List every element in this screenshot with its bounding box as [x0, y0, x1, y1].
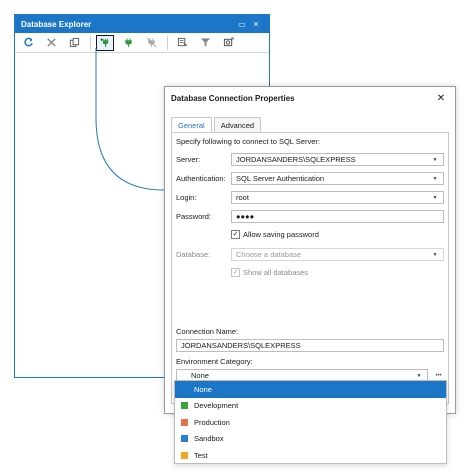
tab-advanced[interactable]: Advanced	[213, 117, 262, 132]
copy-icon[interactable]	[65, 35, 83, 51]
toolbar-separator	[90, 35, 91, 50]
color-swatch-icon	[181, 418, 188, 426]
dropdown-item-test[interactable]: Test	[175, 447, 446, 464]
tab-general[interactable]: General	[171, 117, 212, 133]
allow-saving-password-label: Allow saving password	[243, 230, 319, 239]
no-color-spacer	[181, 386, 188, 393]
explorer-title: Database Explorer	[21, 19, 92, 29]
disconnect-icon[interactable]	[142, 35, 160, 51]
general-tab-panel: Specify following to connect to SQL Serv…	[171, 132, 449, 404]
password-field[interactable]: ●●●●	[231, 210, 444, 223]
database-label: Database:	[176, 250, 211, 259]
connection-properties-dialog: Database Connection Properties ✕ General…	[164, 86, 456, 414]
database-placeholder: Choose a database	[236, 250, 302, 259]
chevron-down-icon: ▼	[432, 175, 438, 182]
database-dropdown[interactable]: Choose a database ▼	[231, 248, 444, 261]
filter-icon[interactable]	[196, 35, 214, 51]
new-connection-icon[interactable]	[96, 34, 114, 51]
login-dropdown[interactable]: root ▼	[231, 191, 444, 204]
color-swatch-icon	[181, 402, 188, 410]
dropdown-item-label: Sandbox	[194, 434, 224, 444]
allow-saving-password-checkbox[interactable]: ✓ Allow saving password	[231, 230, 319, 239]
color-swatch-icon	[181, 435, 188, 443]
chevron-down-icon: ▼	[432, 156, 438, 163]
environment-category-value: None	[191, 371, 209, 380]
dialog-titlebar: Database Connection Properties ✕	[165, 87, 455, 109]
login-label: Login:	[176, 193, 197, 202]
server-value: JORDANSANDERS\SQLEXPRESS	[236, 155, 356, 164]
show-all-databases-label: Show all databases	[243, 268, 309, 277]
close-icon[interactable]: ✕	[435, 93, 447, 104]
toolbar-separator	[167, 35, 168, 50]
dropdown-item-label: Development	[194, 401, 239, 411]
dropdown-item-none[interactable]: None	[175, 381, 446, 398]
properties-icon[interactable]	[219, 35, 237, 51]
dropdown-item-label: Test	[194, 450, 208, 460]
dropdown-item-label: Production	[194, 417, 230, 427]
explorer-titlebar: Database Explorer ▭ ✕	[15, 15, 269, 33]
dropdown-item-production[interactable]: Production	[175, 414, 446, 431]
dropdown-item-sandbox[interactable]: Sandbox	[175, 431, 446, 448]
explorer-toolbar	[15, 33, 269, 53]
dropdown-item-development[interactable]: Development	[175, 398, 446, 415]
server-dropdown[interactable]: JORDANSANDERS\SQLEXPRESS ▼	[231, 153, 444, 166]
authentication-dropdown[interactable]: SQL Server Authentication ▼	[231, 172, 444, 185]
server-label: Server:	[176, 155, 201, 164]
delete-icon[interactable]	[42, 35, 60, 51]
authentication-value: SQL Server Authentication	[236, 174, 325, 183]
edit-connection-icon[interactable]	[173, 35, 191, 51]
password-label: Password:	[176, 212, 212, 221]
checkmark-icon: ✓	[231, 268, 240, 277]
chevron-down-icon: ▼	[432, 251, 438, 258]
intro-text: Specify following to connect to SQL Serv…	[176, 137, 320, 146]
dialog-tabs: General Advanced	[171, 117, 263, 133]
checkmark-icon: ✓	[231, 230, 240, 239]
dialog-title: Database Connection Properties	[171, 93, 295, 103]
login-value: root	[236, 193, 249, 202]
dropdown-item-label: None	[194, 384, 212, 394]
environment-category-list: None Development Production Sandbox Test	[174, 380, 447, 464]
connection-name-value: JORDANSANDERS\SQLEXPRESS	[181, 341, 301, 350]
color-swatch-icon	[181, 451, 188, 459]
connection-name-label: Connection Name:	[176, 327, 239, 336]
environment-category-label: Environment Category:	[176, 357, 253, 366]
authentication-label: Authentication:	[176, 174, 226, 183]
refresh-icon[interactable]	[19, 35, 37, 51]
connect-icon[interactable]	[119, 35, 137, 51]
password-value: ●●●●	[236, 212, 255, 221]
connection-name-field[interactable]: JORDANSANDERS\SQLEXPRESS	[176, 339, 444, 352]
chevron-down-icon: ▼	[432, 194, 438, 201]
chevron-down-icon: ▼	[416, 372, 422, 379]
show-all-databases-checkbox[interactable]: ✓ Show all databases	[231, 268, 308, 277]
close-icon[interactable]: ✕	[249, 20, 263, 29]
pin-icon[interactable]: ▭	[235, 20, 249, 29]
